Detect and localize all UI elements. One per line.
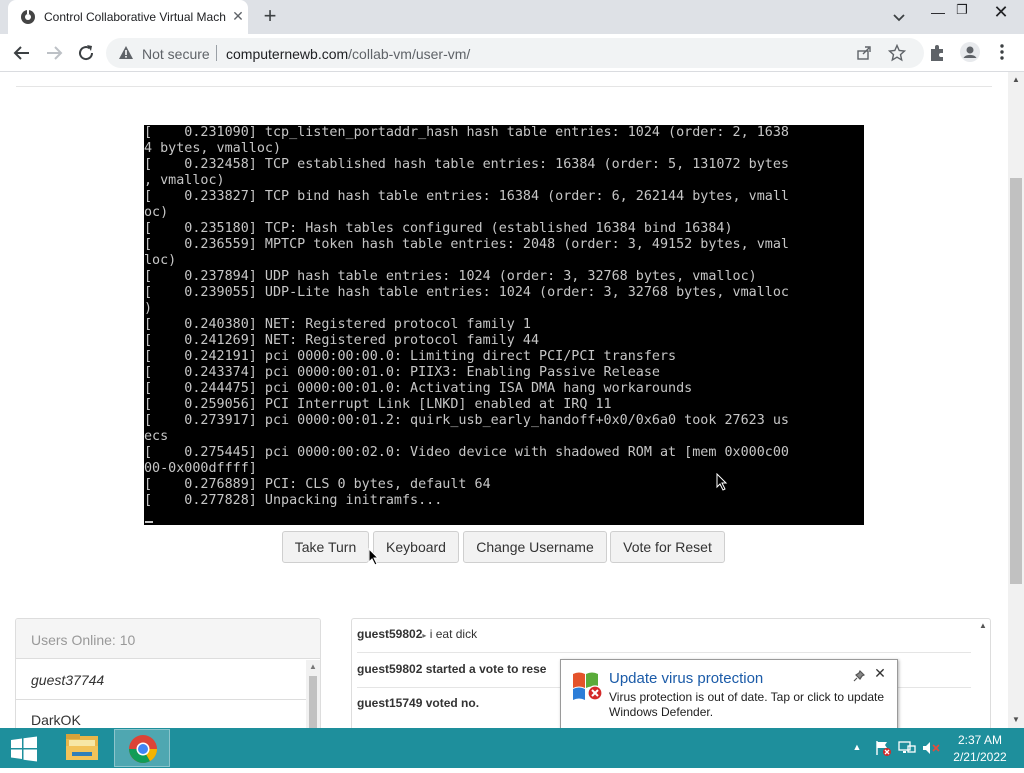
console-line: [ 0.237894] UDP hash table entries: 1024… [144,269,757,284]
users-online-count: Users Online: 10 [31,632,136,648]
console-line: , vmalloc) [144,173,225,188]
tab-close-icon[interactable]: ✕ [230,8,246,24]
new-tab-button[interactable]: + [258,5,282,29]
console-line: [ 0.231090] tcp_listen_portaddr_hash has… [144,125,789,140]
windows-start-icon[interactable] [10,736,38,762]
console-line: [ 0.235180] TCP: Hash tables configured … [144,221,733,236]
url-path: /collab-vm/user-vm/ [348,46,471,62]
chrome-taskbar-icon[interactable] [114,729,170,767]
users-list: guest37744 DarkOK [16,660,306,728]
console-output: [ 0.231090] tcp_listen_portaddr_hash has… [144,125,864,509]
tab-strip: Control Collaborative Virtual Machine ✕ … [0,0,1024,34]
chat-scroll-up-icon[interactable]: ▲ [976,621,990,633]
toast-title: Update virus protection [609,670,764,687]
page-scrollbar[interactable]: ▲ ▼ [1008,72,1024,728]
url-host: computernewb.com [226,46,349,62]
scroll-up-arrow-icon[interactable]: ▲ [306,660,320,674]
warning-triangle-icon[interactable] [118,45,134,61]
share-icon[interactable] [856,45,872,61]
browser-tab[interactable]: Control Collaborative Virtual Machine ✕ [8,0,248,34]
scroll-up-arrow-icon[interactable]: ▲ [1008,72,1024,88]
extensions-puzzle-icon[interactable] [928,43,948,63]
chat-message: guest59802▸ i eat dick [357,619,971,653]
take-turn-button[interactable]: Take Turn [282,531,369,563]
console-line: [ 0.244475] pci 0000:00:01.0: Activating… [144,381,693,396]
console-line: [ 0.242191] pci 0000:00:00.0: Limiting d… [144,349,677,364]
list-item[interactable]: guest37744 [16,660,306,700]
clock-date[interactable]: 2/21/2022 [940,750,1020,764]
profile-avatar-icon[interactable] [960,42,980,62]
chat-text: i eat dick [429,627,478,641]
browser-toolbar: Not secure computernewb.com/collab-vm/us… [0,34,1024,72]
scroll-down-arrow-icon[interactable]: ▼ [1008,712,1024,728]
forward-arrow-icon[interactable] [42,41,66,65]
bookmark-star-icon[interactable] [887,43,907,62]
console-line: [ 0.233827] TCP bind hash table entries:… [144,189,789,204]
text-cursor [145,521,153,523]
kebab-menu-icon[interactable] [994,42,1010,62]
url-text[interactable]: computernewb.com/collab-vm/user-vm/ [226,46,470,62]
toast-close-icon[interactable]: ✕ [873,666,887,680]
vote-reset-button[interactable]: Vote for Reset [610,531,725,563]
minimize-button[interactable]: — [928,4,948,24]
keyboard-button[interactable]: Keyboard [373,531,459,563]
users-online-panel: Users Online: 10 guest37744 DarkOK ▲ [15,618,321,728]
console-line: [ 0.232458] TCP established hash table e… [144,157,789,172]
tab-title: Control Collaborative Virtual Machine [44,10,226,24]
console-line: [ 0.243374] pci 0000:00:01.0: PIIX3: Ena… [144,365,660,380]
console-line: loc) [144,253,177,268]
defender-flag-icon [571,670,605,702]
address-bar[interactable]: Not secure computernewb.com/collab-vm/us… [106,38,924,68]
url-divider [216,45,217,61]
console-line: [ 0.239055] UDP-Lite hash table entries:… [144,285,789,300]
defender-notification[interactable]: Update virus protection Virus protection… [560,659,898,729]
users-scrollbar[interactable]: ▲ [306,660,320,728]
window-close-button[interactable]: ✕ [990,2,1012,22]
list-item[interactable]: DarkOK [16,700,306,728]
show-hidden-icons-icon[interactable]: ▲ [852,742,862,752]
users-scroll-thumb[interactable] [309,676,317,728]
restore-button[interactable]: ❐ [952,2,972,22]
console-line: oc) [144,205,169,220]
security-label[interactable]: Not secure [142,46,210,62]
console-line: ecs [144,429,169,444]
chat-separator-icon: ▸ [422,631,427,640]
back-arrow-icon[interactable] [10,41,34,65]
console-line: [ 0.236559] MPTCP token hash table entri… [144,237,789,252]
header-divider [16,86,992,87]
change-username-button[interactable]: Change Username [463,531,607,563]
action-center-flag-icon[interactable] [874,740,892,756]
vm-mouse-pointer-icon [716,472,730,493]
clock-time[interactable]: 2:37 AM [940,733,1020,747]
mouse-pointer-icon [368,547,380,566]
console-line: [ 0.241269] NET: Registered protocol fam… [144,333,540,348]
pin-icon[interactable] [853,669,866,682]
console-line: [ 0.240380] NET: Registered protocol fam… [144,317,531,332]
console-line: [ 0.275445] pci 0000:00:02.0: Video devi… [144,445,789,460]
reload-icon[interactable] [74,41,98,65]
console-line: [ 0.273917] pci 0000:00:01.2: quirk_usb_… [144,413,789,428]
console-line: [ 0.276889] PCI: CLS 0 bytes, default 64 [144,477,491,492]
console-line: [ 0.259056] PCI Interrupt Link [LNKD] en… [144,397,612,412]
file-explorer-icon[interactable] [60,730,104,766]
users-panel-header: Users Online: 10 [16,619,320,659]
network-icon[interactable] [898,741,916,755]
page-viewport: [ 0.231090] tcp_listen_portaddr_hash has… [0,72,1008,728]
chat-system-text: guest15749 voted no. [357,696,480,710]
toast-message: Virus protection is out of date. Tap or … [609,690,885,719]
console-line: ) [144,301,153,316]
console-line: [ 0.277828] Unpacking initramfs... [144,493,443,508]
console-line: 00-0x000dffff] [144,461,257,476]
console-line: 4 bytes, vmalloc) [144,141,282,156]
chat-username: guest59802 [357,627,423,641]
page-scroll-thumb[interactable] [1010,178,1022,584]
volume-muted-icon[interactable] [922,741,940,755]
collabvm-favicon-icon [20,9,36,25]
taskbar: ▲ 2:37 AM 2/21/2022 [0,728,1024,768]
chat-system-text: guest59802 started a vote to rese [357,662,547,676]
vm-display[interactable]: [ 0.231090] tcp_listen_portaddr_hash has… [144,125,864,525]
tab-search-icon[interactable] [890,8,908,26]
